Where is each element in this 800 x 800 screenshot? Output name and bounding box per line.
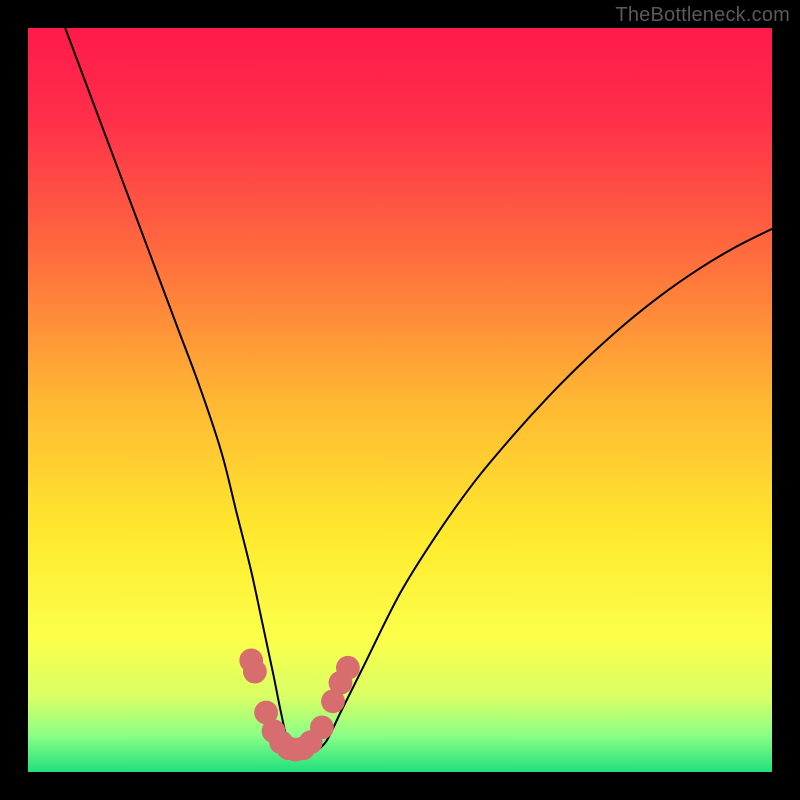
gradient-plot-area — [28, 28, 772, 772]
outer-frame: TheBottleneck.com — [0, 0, 800, 800]
watermark-text: TheBottleneck.com — [615, 4, 790, 27]
